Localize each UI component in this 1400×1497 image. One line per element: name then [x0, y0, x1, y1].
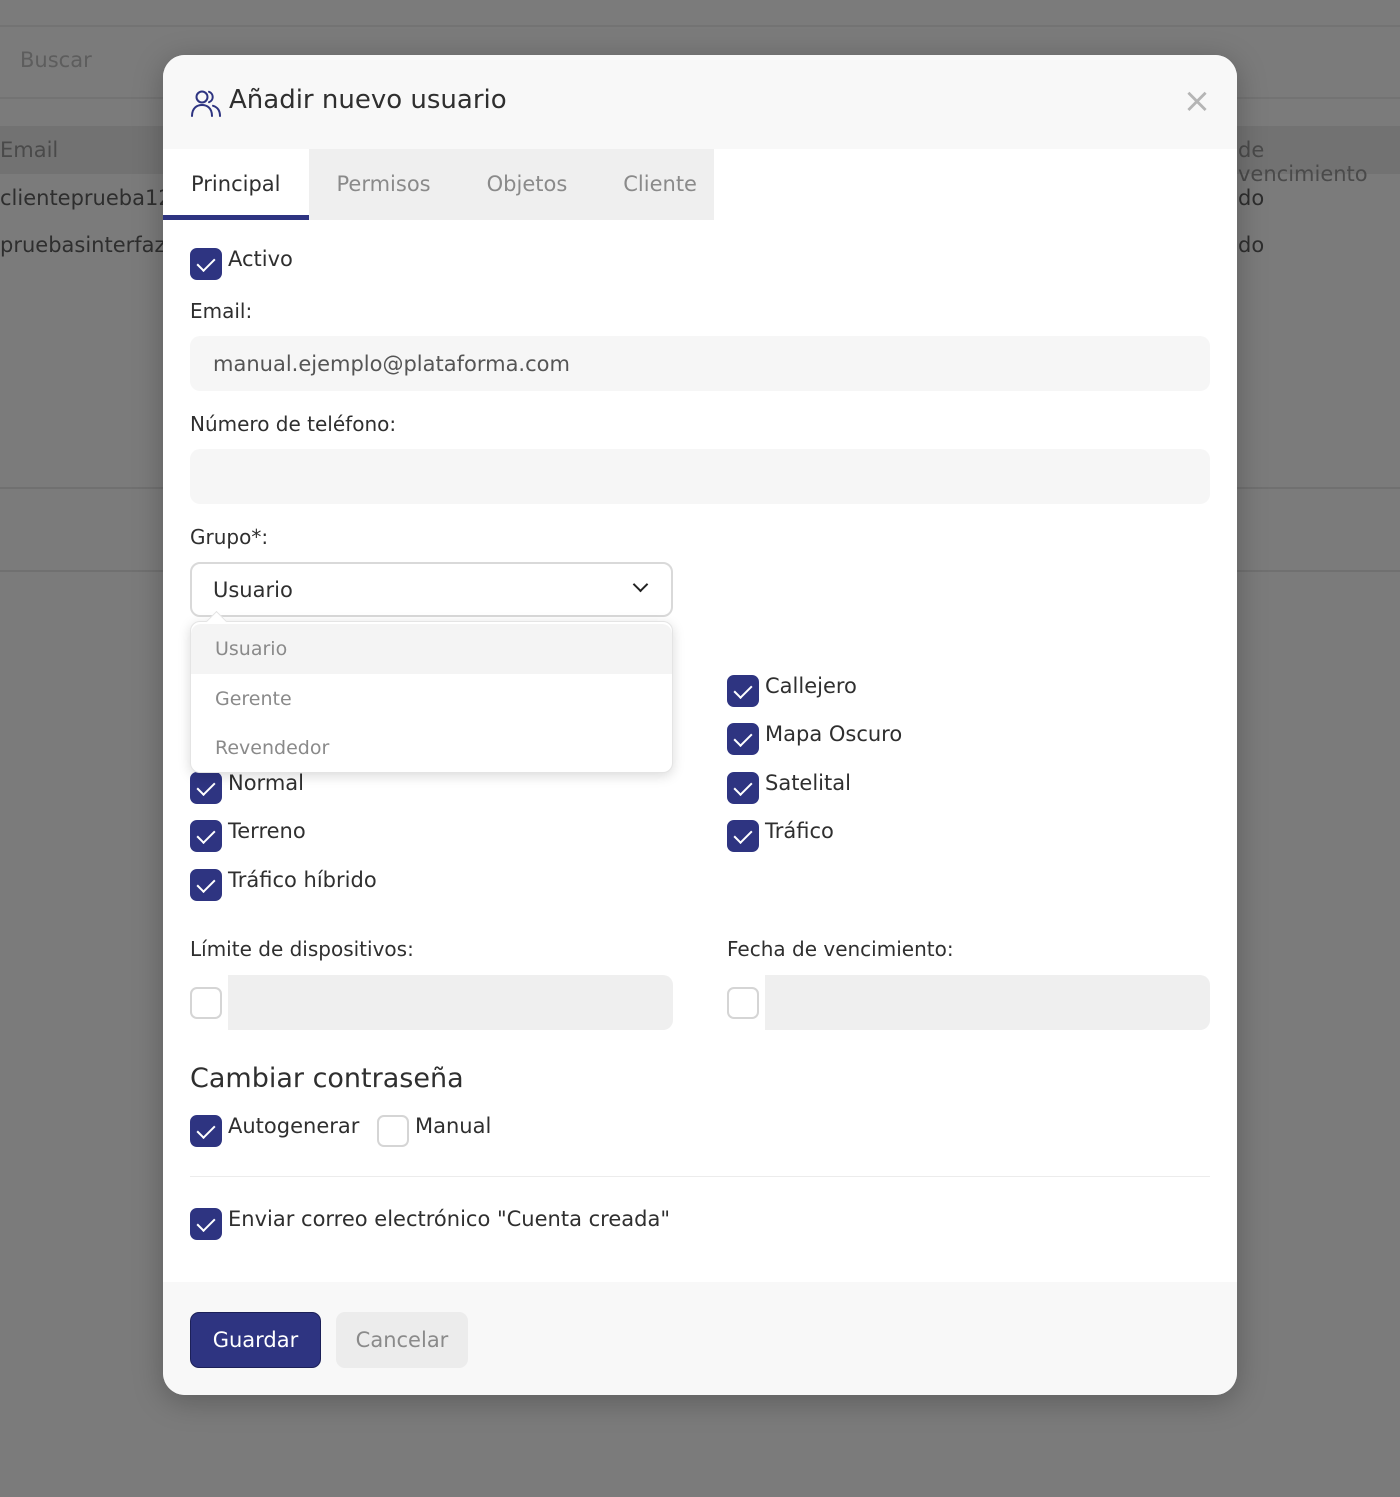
- background-column-email: Email: [0, 138, 59, 162]
- section-divider: [190, 1176, 1210, 1177]
- phone-field[interactable]: [190, 449, 1210, 504]
- expiry-date-field[interactable]: [765, 975, 1210, 1030]
- expiry-date-label: Fecha de vencimiento:: [727, 937, 954, 961]
- autogenerate-checkbox[interactable]: [190, 1115, 222, 1147]
- map-trafico-hibrido-label: Tráfico híbrido: [228, 868, 377, 892]
- tab-cliente[interactable]: Cliente: [595, 149, 725, 220]
- map-trafico-hibrido-checkbox[interactable]: [190, 869, 222, 901]
- group-option-usuario[interactable]: Usuario: [191, 624, 672, 674]
- email-field[interactable]: [190, 336, 1210, 391]
- map-oscuro-checkbox[interactable]: [727, 723, 759, 755]
- background-table-cell[interactable]: pruebasinterfaz: [0, 233, 166, 257]
- active-checkbox[interactable]: [190, 248, 222, 280]
- expiry-date-checkbox[interactable]: [727, 987, 759, 1019]
- tab-permisos[interactable]: Permisos: [309, 149, 459, 220]
- add-user-modal: Añadir nuevo usuario × Principal Permiso…: [163, 55, 1237, 1395]
- group-option-revendedor[interactable]: Revendedor: [191, 723, 672, 773]
- autogenerate-label: Autogenerar: [228, 1114, 360, 1138]
- manual-password-label: Manual: [415, 1114, 492, 1138]
- group-dropdown: Usuario Gerente Revendedor: [190, 621, 673, 773]
- map-trafico-label: Tráfico: [765, 819, 834, 843]
- device-limit-checkbox[interactable]: [190, 987, 222, 1019]
- email-label: Email:: [190, 299, 253, 323]
- group-select[interactable]: Usuario: [190, 562, 673, 617]
- background-table-cell: do: [1238, 233, 1265, 257]
- background-column-expiry: de vencimiento: [1238, 138, 1368, 186]
- map-trafico-checkbox[interactable]: [727, 820, 759, 852]
- map-normal-checkbox[interactable]: [190, 772, 222, 804]
- map-satelital-checkbox[interactable]: [727, 772, 759, 804]
- modal-footer: Guardar Cancelar: [163, 1282, 1237, 1395]
- active-label: Activo: [228, 247, 293, 271]
- close-icon[interactable]: ×: [1181, 84, 1213, 118]
- map-callejero-checkbox[interactable]: [727, 675, 759, 707]
- tabs-bar: Principal Permisos Objetos Cliente: [163, 149, 714, 220]
- background-divider: [0, 25, 1400, 27]
- password-section-title: Cambiar contraseña: [190, 1063, 464, 1094]
- cancel-button[interactable]: Cancelar: [336, 1312, 468, 1368]
- map-terreno-label: Terreno: [228, 819, 306, 843]
- tab-principal[interactable]: Principal: [163, 149, 309, 220]
- send-email-label: Enviar correo electrónico "Cuenta creada…: [228, 1207, 670, 1231]
- modal-header: Añadir nuevo usuario ×: [163, 55, 1237, 149]
- send-email-checkbox[interactable]: [190, 1208, 222, 1240]
- chevron-down-icon: [632, 576, 649, 593]
- group-selected-value: Usuario: [213, 578, 293, 602]
- modal-title: Añadir nuevo usuario: [229, 85, 507, 115]
- map-callejero-label: Callejero: [765, 674, 857, 698]
- device-limit-label: Límite de dispositivos:: [190, 937, 414, 961]
- background-table-cell: do: [1238, 186, 1265, 210]
- users-icon: [191, 90, 221, 117]
- save-button[interactable]: Guardar: [190, 1312, 321, 1368]
- group-label: Grupo*:: [190, 525, 269, 549]
- map-terreno-checkbox[interactable]: [190, 820, 222, 852]
- background-table-cell[interactable]: clienteprueba12: [0, 186, 172, 210]
- tab-objetos[interactable]: Objetos: [459, 149, 596, 220]
- group-option-gerente[interactable]: Gerente: [191, 674, 672, 724]
- map-oscuro-label: Mapa Oscuro: [765, 722, 903, 746]
- device-limit-field[interactable]: [228, 975, 673, 1030]
- phone-label: Número de teléfono:: [190, 412, 397, 436]
- map-satelital-label: Satelital: [765, 771, 851, 795]
- map-normal-label: Normal: [228, 771, 304, 795]
- background-search-input[interactable]: Buscar: [20, 48, 92, 72]
- manual-password-checkbox[interactable]: [377, 1115, 409, 1147]
